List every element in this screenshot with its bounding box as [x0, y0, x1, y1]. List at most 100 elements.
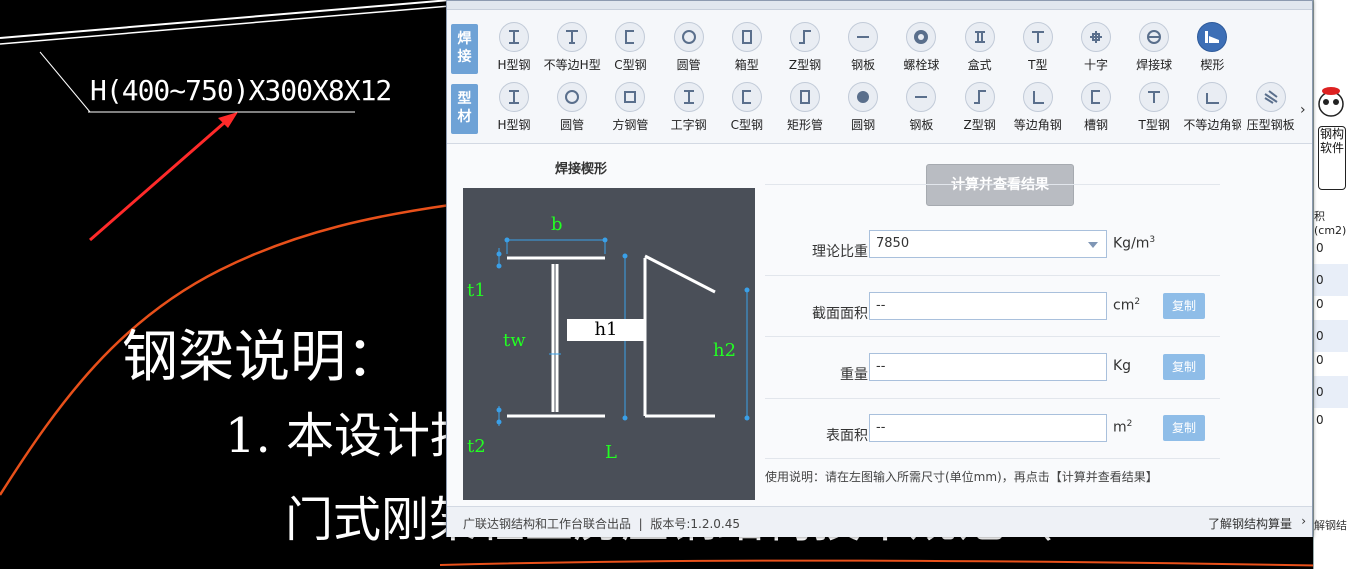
h-beam-icon	[499, 22, 529, 52]
tool-label: Z型钢	[963, 118, 996, 132]
steel-calculator-window: 焊接 H型钢 不等边H型 C型钢 圆管 箱型 Z型钢 钢板 螺栓球 盒式 T型 十字 焊接球 楔形 型材…	[446, 0, 1313, 537]
tool-label: 不等边角钢	[1183, 118, 1242, 132]
tool-label: T型钢	[1138, 118, 1170, 132]
logo-text: 钢构软件	[1318, 126, 1346, 190]
square-tube-icon	[615, 82, 646, 112]
chevron-right-icon[interactable]: ›	[1300, 102, 1306, 118]
round-tube-icon	[557, 82, 588, 112]
tool-equal-angle[interactable]: 等边角钢	[1009, 82, 1067, 140]
chevron-right-icon[interactable]: ›	[1301, 514, 1306, 528]
tool-bolt-ball[interactable]: 螺栓球	[892, 22, 950, 80]
tool-label: 焊接球	[1136, 58, 1173, 72]
tapered-section-diagram[interactable]: b t1 tw h1 h2 t2 L	[463, 188, 755, 500]
z-section-icon	[964, 82, 995, 112]
window-titlebar[interactable]	[447, 1, 1312, 10]
tool-label: H型钢	[497, 58, 531, 72]
tool-label: 压型钢板	[1246, 118, 1295, 132]
tool-h-beam[interactable]: H型钢	[485, 22, 543, 80]
tool-label: 圆管	[560, 118, 585, 132]
calculator-content: 焊接楔形 b t1 tw h1 h2 t2 L 计算并查看结果 理论比重： 78…	[447, 144, 1312, 506]
diagram-title: 焊接楔形	[555, 162, 608, 177]
tool-c-channel[interactable]: C型钢	[718, 82, 776, 140]
tool-label: C型钢	[730, 118, 763, 132]
density-value: 7850	[876, 236, 910, 251]
weight-unit: Kg	[1113, 358, 1132, 374]
steel-plate-icon	[848, 22, 879, 52]
dim-tw-label: tw	[503, 330, 526, 351]
tool-label: 工字钢	[670, 118, 707, 132]
tool-steel-plate[interactable]: 钢板	[834, 22, 892, 80]
unequal-h-icon	[557, 22, 588, 52]
cad-beam-label: H(400~750)X300X8X12	[90, 74, 392, 107]
tool-label: 矩形管	[786, 118, 823, 132]
dim-b-label: b	[551, 214, 563, 235]
weld-category-tab[interactable]: 焊接	[451, 24, 478, 74]
tool-steel-plate[interactable]: 钢板	[892, 82, 950, 140]
box-section-icon	[731, 22, 762, 52]
surface-field[interactable]: --	[869, 414, 1107, 442]
density-row: 理论比重： 7850 Kg/m3	[765, 230, 1220, 270]
tool-t-section[interactable]: T型	[1009, 22, 1067, 80]
version-text: 版本号:1.2.0.45	[650, 517, 740, 531]
divider	[765, 275, 1220, 276]
copy-weight-button[interactable]: 复制	[1163, 354, 1205, 380]
tool-label: 钢板	[909, 118, 934, 132]
tool-round-tube[interactable]: 圆管	[543, 82, 601, 140]
cad-notes-title: 钢梁说明：	[122, 325, 402, 390]
divider	[765, 336, 1220, 337]
tool-weld-ball[interactable]: 焊接球	[1125, 22, 1183, 80]
copy-area-button[interactable]: 复制	[1163, 293, 1205, 319]
tool-box-section[interactable]: 箱型	[718, 22, 776, 80]
density-unit: Kg/m3	[1113, 235, 1156, 252]
tool-channel[interactable]: 槽钢	[1067, 82, 1125, 140]
tool-square-tube[interactable]: 方钢管	[601, 82, 659, 140]
tool-i-beam[interactable]: 工字钢	[660, 82, 718, 140]
box-type-icon	[964, 22, 995, 52]
side-value: 0	[1316, 413, 1324, 427]
profile-category-tab[interactable]: 型材	[451, 84, 478, 134]
tool-unequal-h[interactable]: 不等边H型	[543, 22, 601, 80]
tool-box-type[interactable]: 盒式	[951, 22, 1009, 80]
weight-field[interactable]: --	[869, 353, 1107, 381]
tool-label: C型钢	[614, 58, 647, 72]
channel-icon	[1081, 82, 1111, 112]
tool-c-channel[interactable]: C型钢	[601, 22, 659, 80]
section-type-toolbar: 焊接 H型钢 不等边H型 C型钢 圆管 箱型 Z型钢 钢板 螺栓球 盒式 T型 十字 焊接球 楔形 型材…	[447, 10, 1312, 144]
z-section-icon	[790, 22, 820, 52]
area-unit: cm2	[1113, 297, 1141, 314]
dim-t1-label: t1	[467, 280, 486, 301]
side-value: 0	[1316, 353, 1324, 367]
copy-surface-button[interactable]: 复制	[1163, 415, 1205, 441]
tool-tapered-section[interactable]: 楔形	[1183, 22, 1241, 80]
tool-h-beam[interactable]: H型钢	[485, 82, 543, 140]
learn-more-link[interactable]: 了解钢结构算量	[1208, 515, 1292, 532]
h-beam-icon	[499, 82, 529, 112]
calculate-button[interactable]: 计算并查看结果	[926, 164, 1074, 206]
profiled-sheet-icon	[1255, 82, 1286, 112]
divider	[765, 458, 1220, 459]
tool-z-section[interactable]: Z型钢	[776, 22, 834, 80]
tool-label: 圆钢	[851, 118, 876, 132]
side-footer-link[interactable]: 解钢结	[1314, 517, 1348, 533]
tool-label: Z型钢	[788, 58, 822, 72]
dim-h2-label: h2	[713, 340, 737, 361]
tool-unequal-angle[interactable]: 不等边角钢	[1183, 82, 1241, 140]
c-channel-icon	[731, 82, 762, 112]
tool-label: 不等边H型	[543, 58, 601, 72]
tool-label: 螺栓球	[903, 58, 940, 72]
rect-tube-icon	[790, 82, 820, 112]
tool-cross-section[interactable]: 十字	[1067, 22, 1125, 80]
density-select[interactable]: 7850	[869, 230, 1107, 258]
divider	[765, 184, 1220, 185]
area-field[interactable]: --	[869, 292, 1107, 320]
tool-rect-tube[interactable]: 矩形管	[776, 82, 834, 140]
tool-z-section[interactable]: Z型钢	[951, 82, 1009, 140]
tool-label: 等边角钢	[1013, 118, 1062, 132]
tool-t-section[interactable]: T型钢	[1125, 82, 1183, 140]
tool-round-bar[interactable]: 圆钢	[834, 82, 892, 140]
tool-round-tube[interactable]: 圆管	[660, 22, 718, 80]
tool-profiled-sheet[interactable]: 压型钢板	[1242, 82, 1300, 140]
dim-h1-label: h1	[567, 319, 645, 341]
background-side-panel: 钢构软件 积(cm2) 0 0 0 0 0 0 0 解钢结	[1313, 0, 1348, 569]
unequal-angle-icon	[1197, 82, 1228, 112]
